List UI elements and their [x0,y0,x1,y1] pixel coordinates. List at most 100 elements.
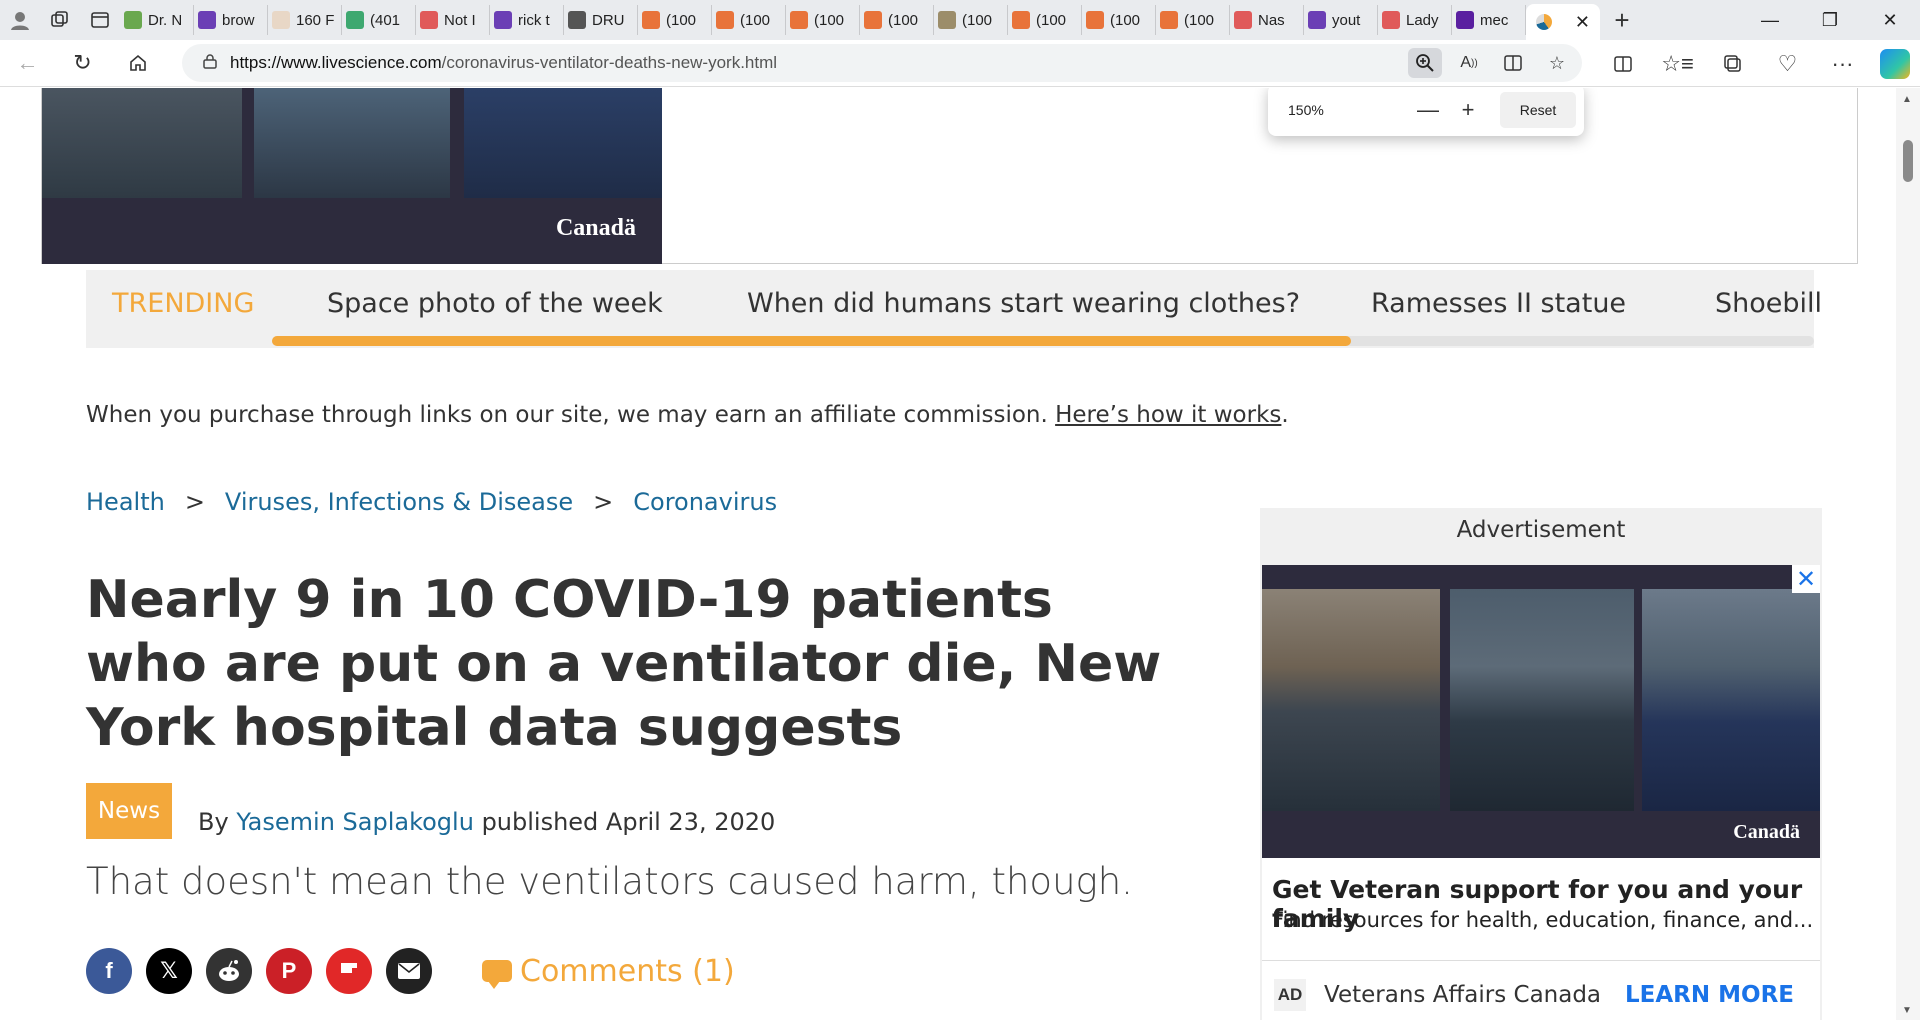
restore-button[interactable]: ❐ [1800,0,1860,40]
tab-item[interactable]: DRU [564,5,638,35]
tab-item[interactable]: (100 [934,5,1008,35]
trending-item-3[interactable]: Ramesses II statue [1371,270,1626,336]
ad-card[interactable]: Canadä ✕ Get Veteran support for you and… [1262,565,1820,1020]
how-it-works-link[interactable]: Here’s how it works [1055,402,1281,428]
comment-bubble-icon [482,960,512,989]
tab-label: (100 [1036,11,1067,29]
x-share-icon[interactable]: 𝕏 [146,948,192,994]
profile-icon[interactable] [0,0,40,40]
close-window-button[interactable]: ✕ [1860,0,1920,40]
tab-item[interactable]: mec [1452,5,1526,35]
tab-item[interactable]: Lady [1378,5,1452,35]
ad-description[interactable]: Find resources for health, education, fi… [1272,908,1813,932]
ad-tag: AD [1274,978,1306,1011]
tab-label: (100 [1110,11,1141,29]
article-strapline: That doesn't mean the ventilators caused… [86,860,1133,903]
trending-item-2[interactable]: When did humans start wearing clothes? [747,270,1300,336]
trending-item-4[interactable]: Shoebill [1715,270,1822,336]
favorites-icon[interactable]: ☆≡ [1650,40,1705,87]
favorite-star-icon[interactable]: ☆ [1540,48,1574,78]
home-button[interactable] [110,40,165,87]
pinterest-share-icon[interactable]: P [266,948,312,994]
tab-item[interactable]: (100 [712,5,786,35]
tab-favicon-icon [938,11,956,29]
tab-favicon-icon [1382,11,1400,29]
top-ad-image[interactable]: Canadä [42,88,662,264]
vertical-tabs-icon[interactable] [80,0,120,40]
tab-active[interactable]: ✕ [1526,4,1600,40]
tab-label: DRU [592,11,625,29]
breadcrumb-viruses[interactable]: Viruses, Infections & Disease [225,488,573,516]
close-tab-icon[interactable]: ✕ [1575,12,1590,33]
ad-advertiser[interactable]: Veterans Affairs Canada [1324,982,1601,1008]
tab-item[interactable]: (100 [1156,5,1230,35]
tab-favicon-icon [346,11,364,29]
new-tab-button[interactable]: + [1600,0,1644,40]
tab-favicon-icon [716,11,734,29]
scroll-down-arrow-icon[interactable]: ▼ [1902,1005,1912,1016]
breadcrumb-coronavirus[interactable]: Coronavirus [633,488,777,516]
zoom-reset-button[interactable]: Reset [1500,92,1576,128]
lock-icon[interactable] [190,53,230,73]
url-text[interactable]: https://www.livescience.com/coronavirus-… [230,53,777,73]
article-title: Nearly 9 in 10 COVID-19 patients who are… [86,570,1162,758]
reddit-share-icon[interactable] [206,948,252,994]
breadcrumb-separator: > [593,488,614,516]
tab-favicon-icon [494,11,512,29]
tab-item[interactable]: Not I [416,5,490,35]
author-link[interactable]: Yasemin Saplakoglu [236,808,474,836]
trending-item-1[interactable]: Space photo of the week [327,270,663,336]
trending-label: TRENDING [112,287,255,319]
collections-icon[interactable] [1705,40,1760,87]
tab-item[interactable]: (100 [786,5,860,35]
zoom-icon[interactable] [1408,48,1442,78]
split-screen-icon[interactable] [1595,40,1650,87]
tab-item[interactable]: (100 [1008,5,1082,35]
workspaces-icon[interactable] [40,0,80,40]
tab-label: 160 F [296,11,335,29]
address-bar[interactable]: https://www.livescience.com/coronavirus-… [182,44,1582,82]
page-scrollbar[interactable]: ▲ ▼ [1896,88,1920,1020]
top-advertisement[interactable]: Canadä [41,88,1858,264]
learn-more-button[interactable]: LEARN MORE [1625,982,1794,1008]
tab-item[interactable]: Nas [1230,5,1304,35]
tab-item[interactable]: (100 [638,5,712,35]
ad-image[interactable]: Canadä ✕ [1262,565,1820,858]
refresh-button[interactable]: ↻ [55,40,110,87]
tab-item[interactable]: rick t [490,5,564,35]
browser-essentials-icon[interactable]: ♡ [1760,40,1815,87]
facebook-share-icon[interactable]: f [86,948,132,994]
copilot-icon[interactable] [1880,48,1910,79]
tab-label: Not I [444,11,476,29]
minimize-button[interactable]: — [1740,0,1800,40]
back-button[interactable]: ← [0,40,55,87]
share-bar: f 𝕏 P Comments (1) [86,948,735,994]
tab-item[interactable]: (100 [1082,5,1156,35]
tab-favicon-icon [1086,11,1104,29]
breadcrumb-health[interactable]: Health [86,488,165,516]
ad-close-icon[interactable]: ✕ [1792,565,1820,593]
scroll-up-arrow-icon[interactable]: ▲ [1902,94,1912,105]
more-menu-icon[interactable]: ··· [1815,40,1870,87]
zoom-in-button[interactable]: + [1448,97,1488,123]
read-aloud-icon[interactable]: A)) [1452,48,1486,78]
tab-favicon-icon [1234,11,1252,29]
scrollbar-thumb[interactable] [1903,140,1913,182]
immersive-reader-icon[interactable] [1496,48,1530,78]
tab-label: (100 [740,11,771,29]
tab-item[interactable]: 160 F [268,5,342,35]
tab-item[interactable]: (100 [860,5,934,35]
email-share-icon[interactable] [386,948,432,994]
tab-item[interactable]: yout [1304,5,1378,35]
tab-favicon-icon [790,11,808,29]
flipboard-share-icon[interactable] [326,948,372,994]
zoom-out-button[interactable]: — [1408,97,1448,123]
tab-label: Nas [1258,11,1285,29]
trending-scroll-progress[interactable] [272,336,1352,346]
comments-link[interactable]: Comments (1) [482,954,735,989]
tab-item[interactable]: (401 [342,5,416,35]
tab-item[interactable]: brow [194,5,268,35]
tab-list: Dr. N brow 160 F (401 Not I rick t DRU (100 (100… [120,0,1526,40]
tab-item[interactable]: Dr. N [120,5,194,35]
news-badge: News [86,783,172,839]
